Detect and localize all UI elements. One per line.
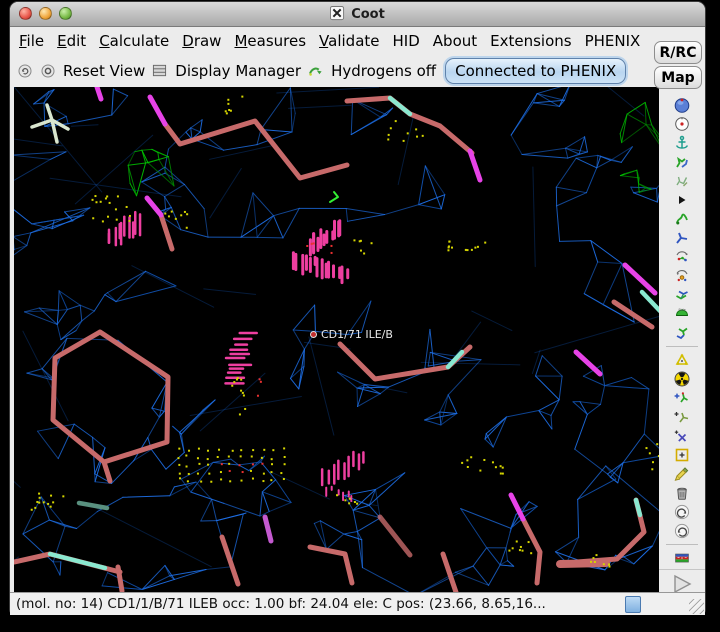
rock-view-icon[interactable]: [674, 116, 690, 132]
close-button[interactable]: [19, 7, 32, 20]
reset-view-button[interactable]: Reset View: [63, 62, 145, 80]
zoom-button[interactable]: [59, 7, 72, 20]
menu-validate[interactable]: Validate: [319, 32, 379, 50]
flip-peptide-icon[interactable]: [674, 325, 690, 341]
statusbar: (mol. no: 14) CD1/1/B/71 ILEB occ: 1.00 …: [10, 592, 705, 615]
hydrogens-off-button[interactable]: Hydrogens off: [331, 62, 436, 80]
titlebar[interactable]: Coot: [10, 2, 705, 27]
delete-icon[interactable]: [674, 485, 690, 501]
density-canvas[interactable]: [14, 87, 659, 592]
radiation-damage-icon[interactable]: [674, 371, 690, 387]
traffic-lights: [19, 7, 72, 20]
real-space-refine-icon[interactable]: [674, 154, 690, 170]
menu-file[interactable]: File: [19, 32, 44, 50]
auto-fit-rotamer-icon[interactable]: [674, 249, 690, 265]
coot-window: Coot File Edit Calculate Draw Measures Valida…: [10, 2, 705, 613]
sidebar-icon-list: Side: [666, 97, 698, 566]
menu-hid[interactable]: HID: [393, 32, 420, 50]
x11-icon: [330, 6, 346, 22]
status-text: (mol. no: 14) CD1/1/B/71 ILEB occ: 1.00 …: [16, 596, 546, 612]
hydrogens-toggle-icon[interactable]: [308, 63, 324, 79]
main-area: CD1/71 ILE/B Side: [10, 87, 705, 592]
desktop: { "window": { "title": "Coot" }, "menuba…: [0, 0, 720, 632]
connected-to-phenix-button[interactable]: Connected to PHENIX: [445, 58, 626, 84]
menu-about[interactable]: About: [433, 32, 477, 50]
add-alt-conf-icon[interactable]: [674, 409, 690, 425]
add-atom-icon[interactable]: [674, 428, 690, 444]
menu-calculate[interactable]: Calculate: [99, 32, 169, 50]
sidebar-separator: [666, 544, 698, 545]
resize-grip[interactable]: [689, 599, 704, 614]
run-refine-icon[interactable]: [674, 192, 690, 208]
menu-measures[interactable]: Measures: [234, 32, 306, 50]
display-manager-icon[interactable]: [152, 63, 168, 79]
refine-fragment-icon[interactable]: [674, 173, 690, 189]
menu-phenix[interactable]: PHENIX: [585, 32, 641, 50]
recentre-icon[interactable]: [674, 97, 690, 113]
toolbar: Reset View Display Manager Hydrogens off…: [10, 54, 705, 87]
right-buttons: R/RC Map: [654, 41, 702, 89]
clean-icon[interactable]: [674, 466, 690, 482]
flag-icon[interactable]: [674, 550, 690, 566]
place-marker-icon[interactable]: [674, 447, 690, 463]
rrc-button[interactable]: R/RC: [654, 41, 702, 64]
mutate-icon[interactable]: [674, 352, 690, 368]
menubar: File Edit Calculate Draw Measures Validate HID…: [10, 27, 705, 54]
display-manager-button[interactable]: Display Manager: [175, 62, 301, 80]
minimize-button[interactable]: [39, 7, 52, 20]
window-title: Coot: [330, 6, 385, 22]
regularize-icon[interactable]: [674, 211, 690, 227]
edit-chi-icon[interactable]: [674, 287, 690, 303]
menu-draw[interactable]: Draw: [182, 32, 221, 50]
run-button[interactable]: [671, 574, 693, 594]
menu-edit[interactable]: Edit: [57, 32, 86, 50]
redo-icon[interactable]: [674, 523, 690, 539]
record-target-icon[interactable]: [40, 63, 56, 79]
reset-back-icon[interactable]: [17, 63, 33, 79]
3d-viewport[interactable]: CD1/71 ILE/B: [14, 87, 659, 592]
rotamer-icon[interactable]: [674, 268, 690, 284]
status-scrollbar-thumb[interactable]: [625, 596, 641, 613]
tool-sidebar: Side: [659, 87, 705, 592]
map-sphere-icon[interactable]: Side: [674, 306, 690, 322]
svg-text:Side: Side: [678, 308, 685, 312]
map-button[interactable]: Map: [654, 66, 702, 89]
rotate-bond-icon[interactable]: [674, 230, 690, 246]
menu-extensions[interactable]: Extensions: [490, 32, 571, 50]
window-title-text: Coot: [351, 7, 385, 22]
undo-icon[interactable]: [674, 504, 690, 520]
anchor-icon[interactable]: [674, 135, 690, 151]
sidebar-separator: [666, 346, 698, 347]
add-terminal-residue-icon[interactable]: [674, 390, 690, 406]
